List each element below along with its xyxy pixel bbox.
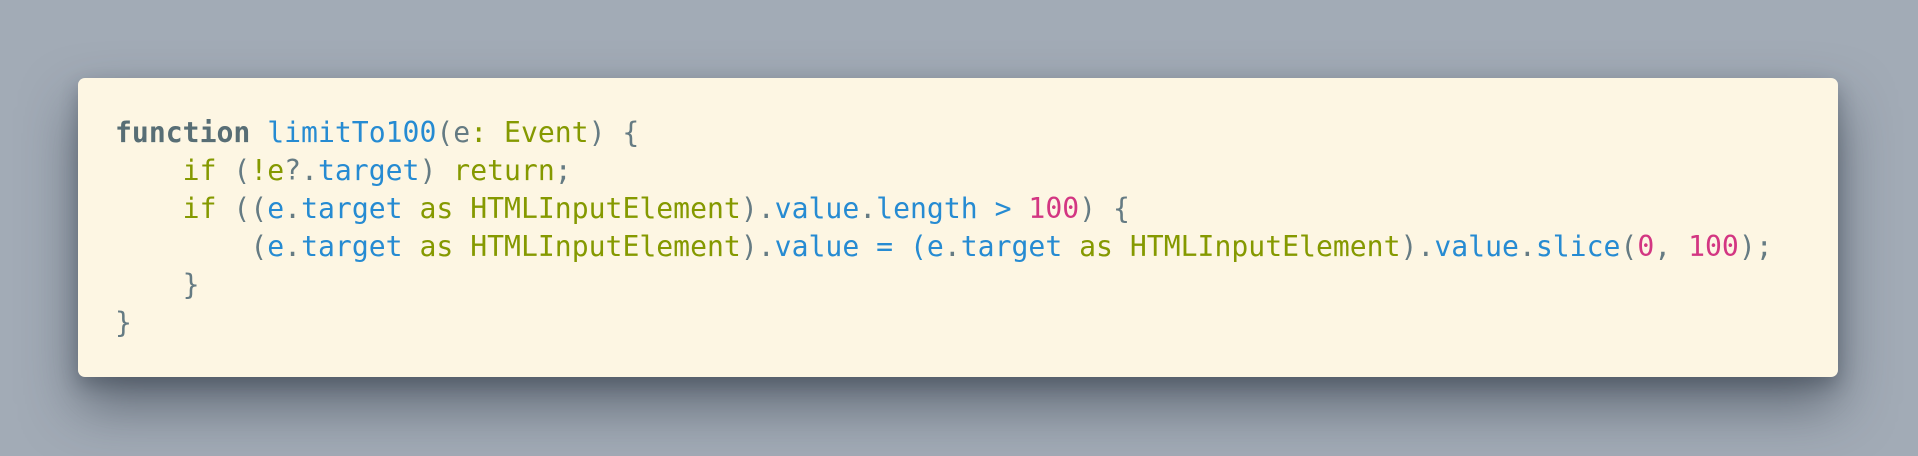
code-token-plain: ). <box>740 192 775 225</box>
code-token-property: > <box>977 192 1029 225</box>
code-token-property: slice <box>1535 230 1621 263</box>
code-token-plain: ) { <box>1079 192 1130 225</box>
code-token-plain: ). <box>740 230 775 263</box>
code-token-property: e <box>267 230 285 263</box>
code-line: } <box>115 266 1838 304</box>
code-token-keyword: function <box>115 116 251 149</box>
code-token-plain: . <box>284 230 302 263</box>
code-token-plain: . <box>943 230 961 263</box>
code-block: function limitTo100(e: Event) { if (!e?.… <box>115 114 1838 342</box>
code-token-plain: ( <box>1620 230 1638 263</box>
code-token-property: value <box>1434 230 1519 263</box>
code-token-control: if <box>182 154 217 187</box>
code-token-property: value <box>774 192 860 225</box>
code-token-function: limitTo100 <box>267 116 437 149</box>
code-line: function limitTo100(e: Event) { <box>115 114 1838 152</box>
code-token-plain: (e <box>436 116 471 149</box>
code-token-property: target <box>317 154 420 187</box>
code-token-number: 100 <box>1028 192 1080 225</box>
code-token-plain: } <box>165 268 200 301</box>
code-snippet-card: function limitTo100(e: Event) { if (!e?.… <box>78 78 1838 377</box>
code-line: if (!e?.target) return; <box>115 152 1838 190</box>
code-token-plain: ?. <box>284 154 318 187</box>
code-token-property: = ( <box>859 230 927 263</box>
code-token-number: 100 <box>1688 230 1739 263</box>
code-token-type: as HTMLInputElement <box>402 192 741 225</box>
code-token-property: target <box>960 230 1063 263</box>
code-token-plain: . <box>1518 230 1536 263</box>
code-token-plain: ; <box>554 154 572 187</box>
code-token-control: if <box>182 192 217 225</box>
code-line: } <box>115 304 1838 342</box>
code-token-property: e <box>926 230 944 263</box>
code-token-property: value <box>774 230 860 263</box>
code-token-plain: , <box>1654 230 1689 263</box>
code-token-plain: ) <box>419 154 454 187</box>
code-token-plain: ( <box>216 154 251 187</box>
code-token-type: as HTMLInputElement <box>402 230 741 263</box>
code-token-plain: . <box>859 192 877 225</box>
code-token-property: e <box>267 192 285 225</box>
code-token-property: target <box>301 192 403 225</box>
code-token-plain: ). <box>1400 230 1435 263</box>
code-line: (e.target as HTMLInputElement).value = (… <box>115 228 1838 266</box>
code-token-type: : Event <box>470 116 589 149</box>
code-token-plain: (( <box>216 192 268 225</box>
code-token-type: as HTMLInputElement <box>1062 230 1401 263</box>
code-token-plain: } <box>115 306 132 339</box>
code-token-plain: ( <box>250 230 268 263</box>
code-token-plain: ); <box>1738 230 1773 263</box>
code-line: if ((e.target as HTMLInputElement).value… <box>115 190 1838 228</box>
code-token-control: !e <box>250 154 285 187</box>
code-token-property: length <box>876 192 978 225</box>
code-token-number: 0 <box>1637 230 1655 263</box>
code-token-property: target <box>301 230 403 263</box>
code-token-plain: ) { <box>588 116 640 149</box>
code-token-control: return <box>453 154 555 187</box>
code-token-plain: . <box>284 192 302 225</box>
